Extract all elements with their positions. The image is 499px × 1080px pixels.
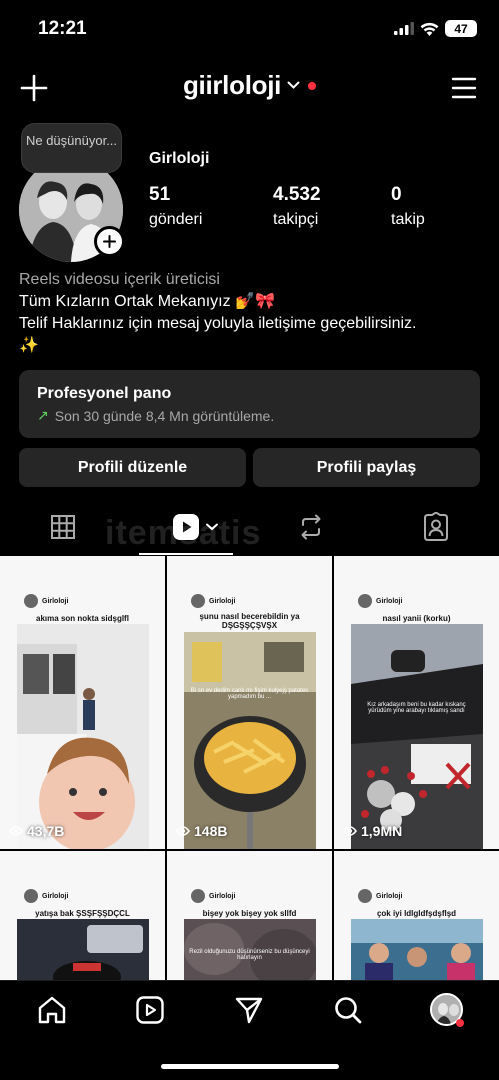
dashboard-subtitle-row: ↗ Son 30 günde 8,4 Mn görüntüleme. — [37, 407, 462, 424]
mini-avatar — [358, 594, 372, 608]
reel-caption: bişey yok bişey yok sllfd — [202, 909, 297, 918]
play-count-icon — [343, 826, 357, 836]
stat-posts[interactable]: 51 gönderi — [149, 184, 202, 229]
bio-line: Telif Haklarınız için mesaj yoluyla ilet… — [19, 315, 417, 332]
reel-author: Girloloji — [191, 889, 235, 903]
reel-author: Girloloji — [24, 889, 68, 903]
reel-thumbnail[interactable]: Girloloji akıma son nokta sidşglfl 43,7B — [0, 556, 165, 849]
home-icon[interactable] — [37, 995, 67, 1025]
signal-icon — [394, 22, 414, 35]
chevron-down-icon — [287, 81, 300, 89]
dashboard-title: Profesyonel pano — [37, 385, 172, 402]
following-count: 0 — [391, 184, 402, 205]
view-count-text: 148B — [194, 823, 228, 839]
direct-message-icon[interactable] — [234, 995, 264, 1025]
status-time: 12:21 — [38, 18, 87, 39]
bio-category: Reels videosu içerik üreticisi — [19, 271, 220, 288]
tagged-tab-icon[interactable] — [421, 512, 451, 542]
professional-dashboard[interactable]: Profesyonel pano ↗ Son 30 günde 8,4 Mn g… — [19, 370, 480, 438]
reel-image — [351, 624, 483, 849]
following-label: takip — [391, 211, 425, 228]
mini-avatar — [191, 594, 205, 608]
reel-caption: nasıl yanii (korku) — [382, 614, 451, 623]
reel-caption: şunu nasıl becerebildin ya DŞGŞŞÇŞVŞX — [199, 612, 300, 630]
notification-dot — [456, 1019, 464, 1027]
reel-overlay-text: Rezil olduğunuzu düşünürseniz bu düşünce… — [189, 949, 310, 961]
reel-username: Girloloji — [42, 597, 69, 605]
menu-icon[interactable] — [451, 76, 477, 100]
reel-thumbnail[interactable]: Girloloji şunu nasıl becerebildin ya DŞG… — [167, 556, 332, 849]
mini-avatar — [191, 889, 205, 903]
view-count-text: 43,7B — [27, 823, 65, 839]
reel-thumbnail[interactable]: Girloloji yatışa bak ŞSŞFŞŞDÇCL — [0, 851, 165, 980]
reel-username: Girloloji — [376, 597, 403, 605]
status-icons: 47 — [394, 20, 477, 37]
reel-author: Girloloji — [24, 594, 68, 608]
search-icon[interactable] — [333, 995, 363, 1025]
account-switcher[interactable]: giirloloji — [0, 70, 499, 101]
bio: Reels videosu içerik üreticisi Tüm Kızla… — [19, 269, 489, 357]
add-story-plus-icon[interactable] — [94, 226, 125, 257]
active-tab-indicator — [139, 553, 233, 555]
trend-up-icon: ↗ — [37, 407, 49, 423]
profile-header: giirloloji — [0, 70, 499, 110]
reel-caption: çok iyi ldlgldfşdşflşd — [376, 909, 457, 918]
followers-count: 4.532 — [273, 184, 321, 205]
view-count: 1,9MN — [343, 823, 402, 839]
reel-image — [184, 632, 316, 849]
reel-username: Girloloji — [376, 892, 403, 900]
view-count: 43,7B — [9, 823, 64, 839]
reel-username: Girloloji — [209, 892, 236, 900]
share-profile-button[interactable]: Profili paylaş — [253, 448, 480, 487]
status-bar: 12:21 47 — [0, 0, 499, 60]
bio-line: ✨ — [19, 337, 39, 354]
edit-profile-button[interactable]: Profili düzenle — [19, 448, 246, 487]
watermark: itemsatis — [105, 514, 262, 552]
reel-caption: yatışa bak ŞSŞFŞŞDÇCL — [35, 909, 130, 918]
mini-avatar — [24, 889, 38, 903]
followers-label: takipçi — [273, 211, 319, 228]
note-bubble[interactable]: Ne düşünüyor... — [21, 123, 122, 173]
view-count: 148B — [176, 823, 227, 839]
reel-image — [17, 919, 149, 980]
stat-followers[interactable]: 4.532 takipçi — [273, 184, 321, 229]
battery-icon: 47 — [445, 20, 477, 37]
reel-author: Girloloji — [358, 594, 402, 608]
reel-username: Girloloji — [209, 597, 236, 605]
reel-username: Girloloji — [42, 892, 69, 900]
view-count-text: 1,9MN — [361, 823, 403, 839]
reels-grid: Girloloji akıma son nokta sidşglfl 43,7B… — [0, 556, 499, 980]
reel-author: Girloloji — [358, 889, 402, 903]
display-name: Girloloji — [149, 150, 210, 167]
username: giirloloji — [182, 70, 282, 100]
notification-dot — [308, 81, 317, 90]
stat-following[interactable]: 0 takip — [391, 184, 425, 229]
reel-thumbnail[interactable]: Girloloji bişey yok bişey yok sllfd Rezi… — [167, 851, 332, 980]
play-count-icon — [176, 826, 190, 836]
reel-image — [351, 919, 483, 980]
reel-thumbnail[interactable]: Girloloji çok iyi ldlgldfşdşflşd — [334, 851, 499, 980]
mini-avatar — [358, 889, 372, 903]
reels-nav-icon[interactable] — [135, 995, 165, 1025]
wifi-icon — [420, 22, 439, 36]
reel-thumbnail[interactable]: Girloloji nasıl yanii (korku) Kız arkada… — [334, 556, 499, 849]
reel-image — [17, 624, 149, 849]
posts-label: gönderi — [149, 211, 203, 228]
mini-avatar — [24, 594, 38, 608]
reel-caption: akıma son nokta sidşglfl — [36, 614, 129, 623]
play-count-icon — [9, 826, 23, 836]
bio-line: Tüm Kızların Ortak Mekanıyız 💅🎀 — [19, 293, 275, 310]
home-indicator — [161, 1064, 339, 1069]
grid-tab-icon[interactable] — [48, 512, 78, 542]
reposts-tab-icon[interactable] — [296, 512, 326, 542]
reel-author: Girloloji — [191, 594, 235, 608]
reel-overlay-text: Kız arkadaşım beni bu kadar kıskanç yürü… — [367, 702, 466, 714]
reel-overlay-text: Bi sn ev dedim canlı mı fişim kulyejş pa… — [190, 688, 309, 700]
posts-count: 51 — [149, 184, 171, 205]
dashboard-subtitle: Son 30 günde 8,4 Mn görüntüleme. — [54, 407, 275, 424]
